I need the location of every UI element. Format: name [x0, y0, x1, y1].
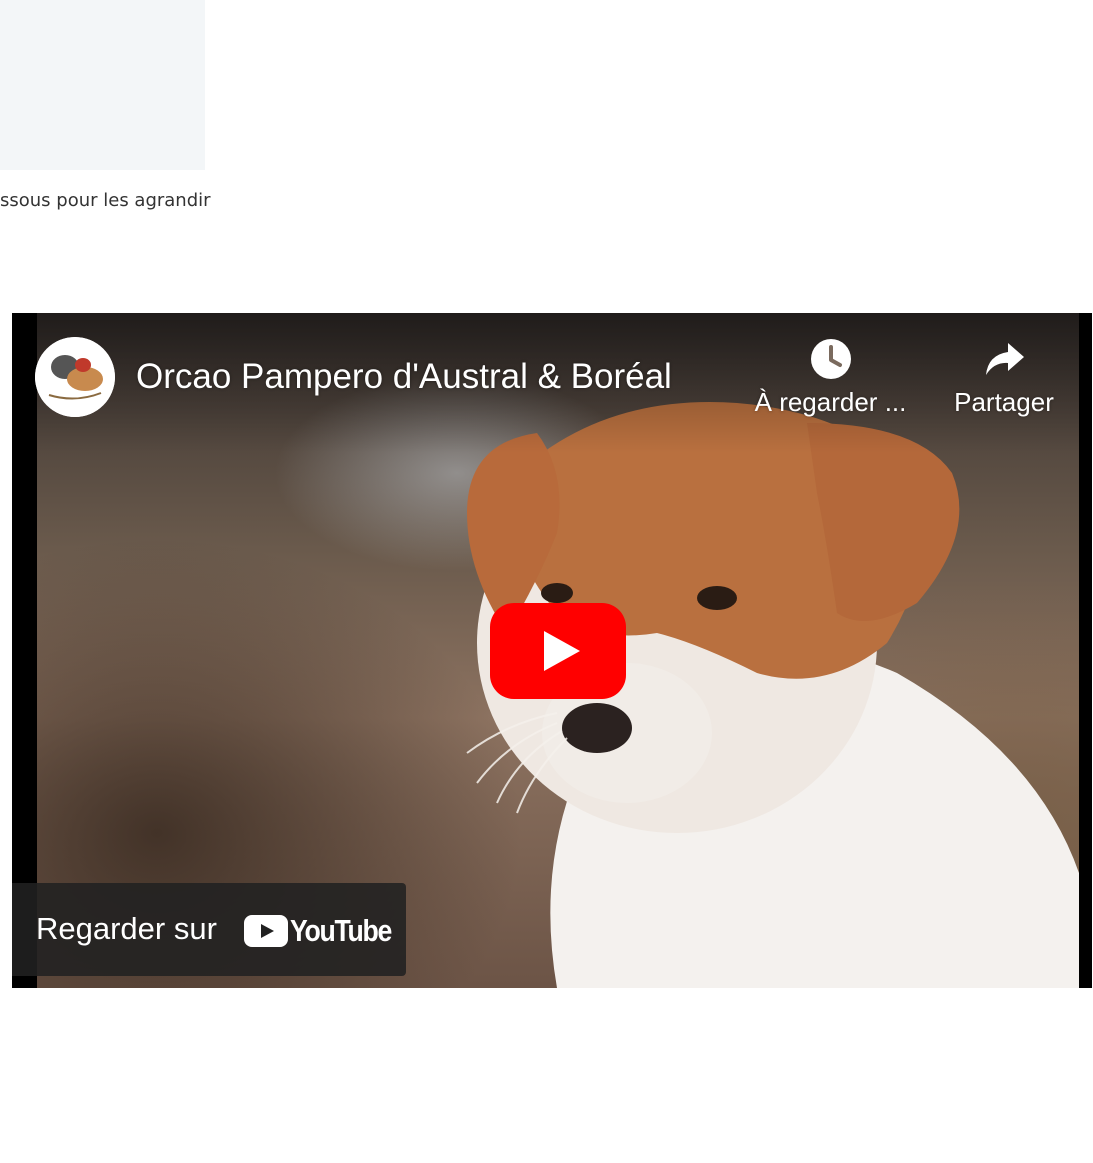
video-title[interactable]: Orcao Pampero d'Austral & Boréal [136, 357, 672, 397]
youtube-wordmark: YouTube [290, 913, 392, 948]
image-caption: ssous pour les agrandir [0, 190, 211, 211]
watch-later-button[interactable]: À regarder ... [748, 337, 913, 418]
share-button[interactable]: Partager [944, 337, 1064, 418]
watch-later-label: À regarder ... [754, 387, 907, 417]
play-button[interactable] [490, 603, 626, 699]
share-label: Partager [954, 387, 1054, 417]
share-arrow-icon [986, 343, 1024, 375]
youtube-logo-icon [244, 915, 288, 947]
youtube-embed[interactable]: Orcao Pampero d'Austral & Boréal À regar… [12, 313, 1092, 988]
watch-on-label: Regarder sur [36, 911, 217, 946]
play-icon [490, 603, 626, 699]
watch-on-youtube-button[interactable]: Regarder sur YouTube [12, 883, 406, 976]
channel-avatar[interactable] [35, 337, 115, 417]
channel-logo [35, 337, 115, 417]
clock-icon [810, 339, 851, 379]
image-placeholder[interactable] [0, 0, 205, 170]
